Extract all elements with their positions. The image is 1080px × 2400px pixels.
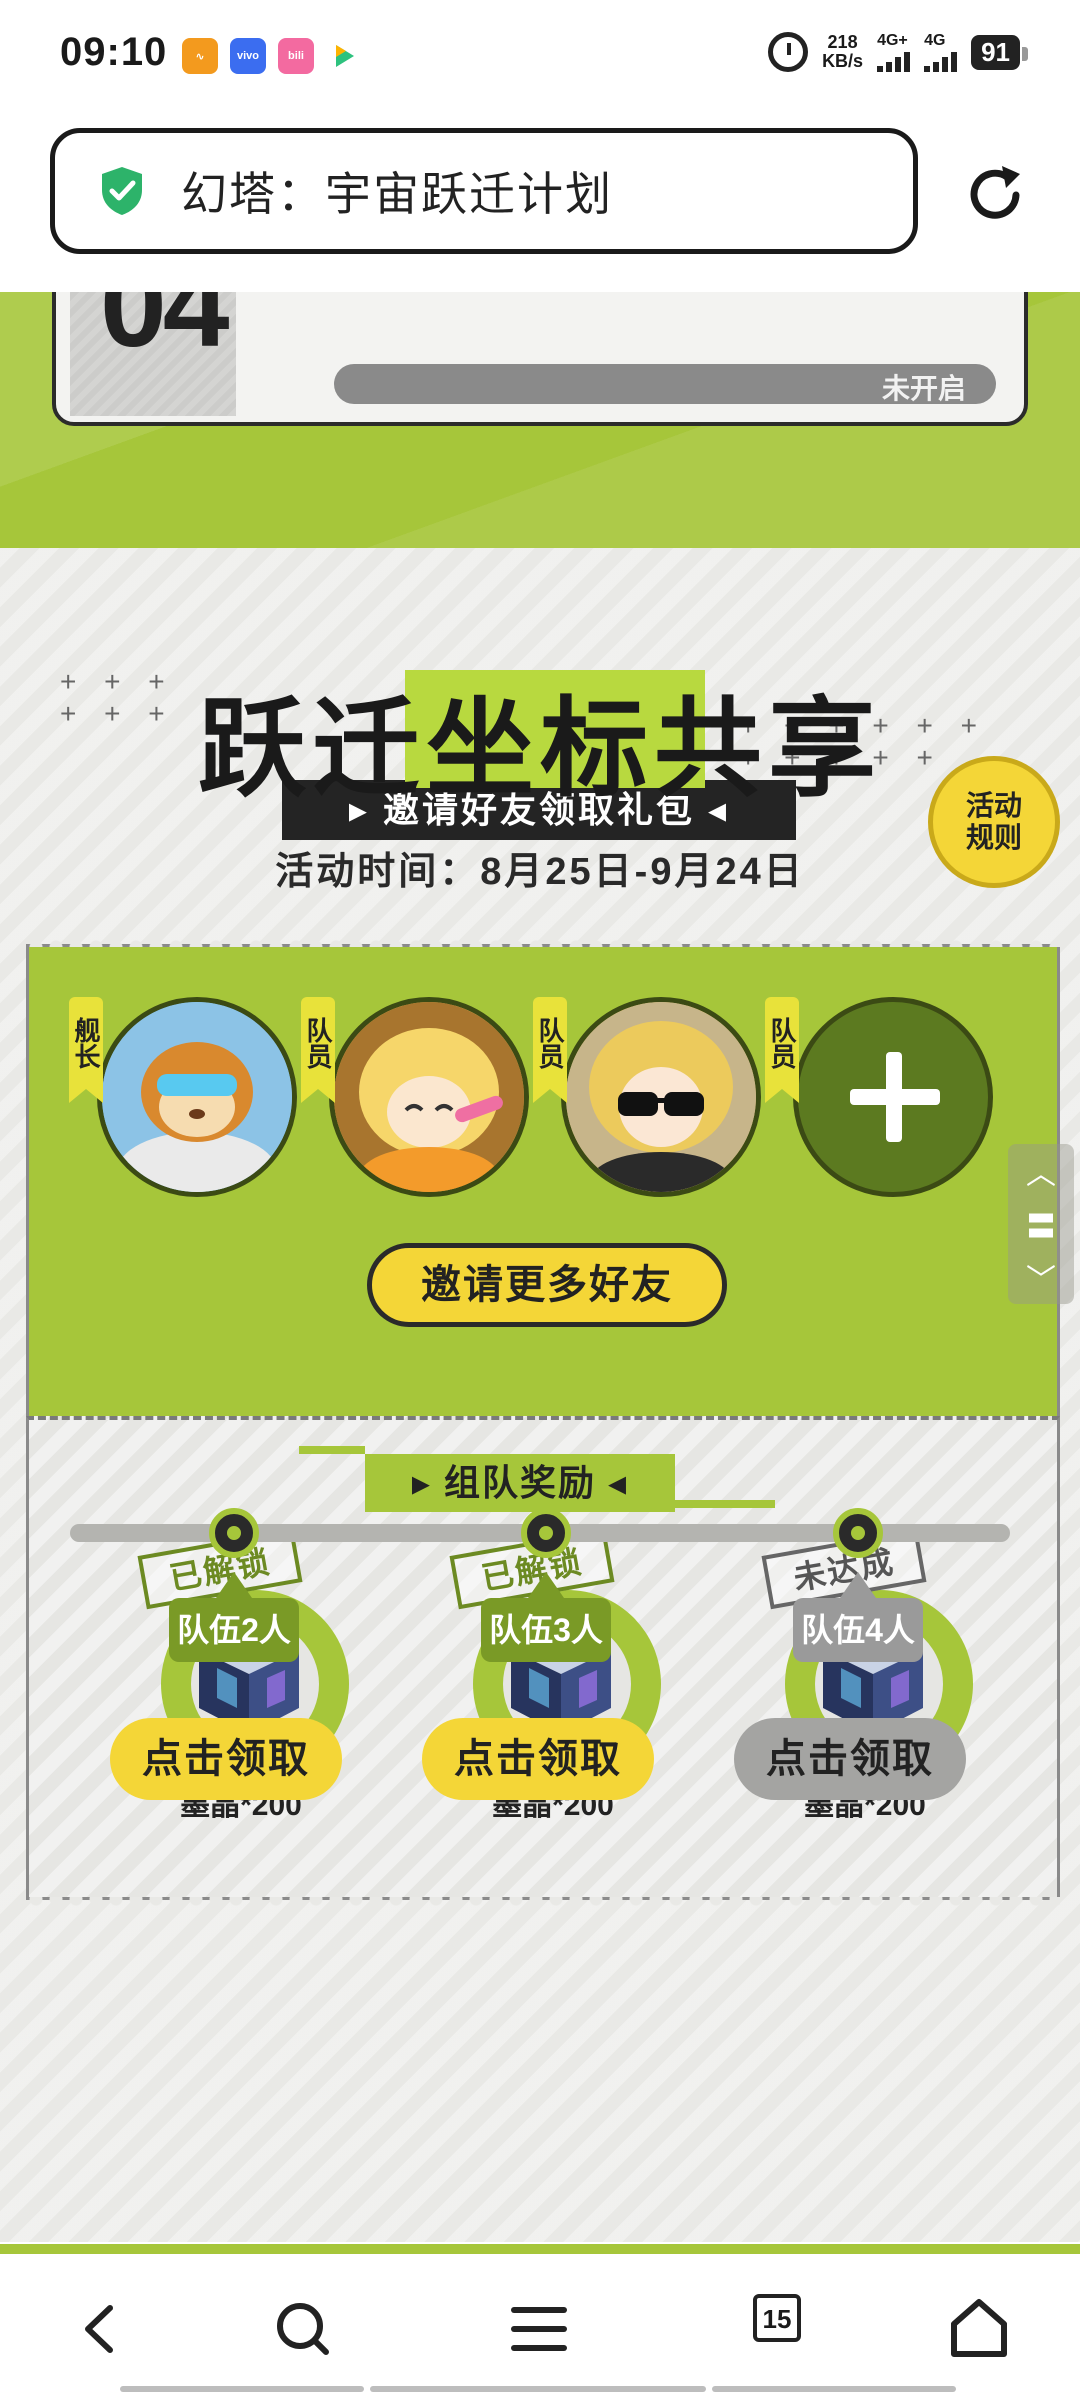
member-avatar-image bbox=[334, 1002, 524, 1192]
gesture-indicator bbox=[120, 2386, 956, 2392]
signal-4g: 4G bbox=[924, 32, 958, 72]
add-member-button[interactable] bbox=[793, 997, 993, 1197]
claim-button[interactable]: 点击领取 bbox=[422, 1718, 654, 1800]
progress-node bbox=[833, 1508, 883, 1558]
header-accent-line bbox=[675, 1500, 775, 1508]
back-icon[interactable] bbox=[66, 2294, 136, 2364]
scroll-up-icon[interactable]: ︿ bbox=[1008, 1149, 1074, 1193]
member-tag: 队员 bbox=[301, 997, 335, 1103]
step-number: 04 bbox=[100, 292, 229, 372]
orange-app-icon: ∿ bbox=[182, 38, 218, 74]
status-indicators: 218 KB/s 4G+ 4G 91 bbox=[768, 32, 1028, 72]
captain-avatar-image bbox=[102, 1002, 292, 1192]
step-card: 04 未开启 bbox=[52, 292, 1028, 426]
tabs-button[interactable]: 15 bbox=[753, 2294, 801, 2342]
member-tag-captain: 舰长 bbox=[69, 997, 103, 1103]
signal-bars-icon bbox=[924, 50, 958, 72]
notification-icons: ∿ vivo bili bbox=[182, 38, 362, 74]
step-status-bar[interactable]: 未开启 bbox=[334, 364, 996, 404]
plus-icon-bar bbox=[850, 1089, 940, 1105]
status-time: 09:10 bbox=[60, 30, 168, 74]
video-app-icon bbox=[326, 38, 362, 74]
network-speed-unit: KB/s bbox=[822, 51, 864, 71]
bilibili-app-icon: bili bbox=[278, 38, 314, 74]
step-status-label: 未开启 bbox=[881, 373, 966, 404]
step-number-box: 04 bbox=[70, 292, 236, 416]
progress-node bbox=[209, 1508, 259, 1558]
member-avatar-captain[interactable] bbox=[97, 997, 297, 1197]
pointer-arrow bbox=[528, 1572, 564, 1598]
rewards-header: ▸ 组队奖励 ◂ bbox=[365, 1454, 675, 1512]
browser-bottom-nav: 15 bbox=[0, 2254, 1080, 2400]
network-speed: 218 KB/s bbox=[822, 33, 863, 71]
vivo-app-icon: vivo bbox=[230, 38, 266, 74]
claim-button-disabled[interactable]: 点击领取 bbox=[734, 1718, 966, 1800]
alarm-icon bbox=[768, 32, 809, 72]
bilibili-app-label: bili bbox=[288, 50, 304, 62]
pointer-arrow bbox=[840, 1572, 876, 1598]
scroll-handle-icon[interactable]: 〓 bbox=[1008, 1202, 1074, 1246]
progress-node bbox=[521, 1508, 571, 1558]
member-tag: 队员 bbox=[533, 997, 567, 1103]
home-icon[interactable] bbox=[944, 2294, 1014, 2364]
member-avatar-image bbox=[566, 1002, 756, 1192]
web-content: 04 未开启 + + + + + + + + + + + + + + + + + 跃… bbox=[0, 292, 1080, 2242]
member-avatar[interactable] bbox=[329, 997, 529, 1197]
page-scroll-widget[interactable]: ︿ 〓 ﹀ bbox=[1008, 1144, 1074, 1304]
address-bar[interactable]: 幻塔：宇宙跃迁计划 bbox=[50, 128, 918, 254]
pointer-arrow bbox=[216, 1572, 252, 1598]
search-icon[interactable] bbox=[268, 2294, 338, 2364]
reload-icon[interactable] bbox=[960, 160, 1030, 230]
team-size-label: 队伍4人 bbox=[793, 1598, 923, 1662]
event-title-block: 跃迁坐标共享 bbox=[100, 662, 980, 809]
team-size-label: 队伍2人 bbox=[169, 1598, 299, 1662]
signal-4gplus: 4G+ bbox=[877, 32, 911, 72]
vivo-app-label: vivo bbox=[236, 50, 259, 62]
signal-2-label: 4G bbox=[924, 32, 946, 49]
team-panel: 舰长 队员 队员 队员 邀请更多好友 bbox=[26, 937, 1060, 1422]
member-tag: 队员 bbox=[765, 997, 799, 1103]
event-title: 跃迁坐标共享 bbox=[197, 688, 882, 809]
page-title: 幻塔：宇宙跃迁计划 bbox=[181, 168, 613, 220]
event-time: 活动时间：8月25日-9月24日 bbox=[275, 851, 805, 893]
team-size-label: 队伍3人 bbox=[481, 1598, 611, 1662]
status-bar: 09:10 ∿ vivo bili 218 KB/s 4G+ 4G 91 bbox=[0, 0, 1080, 110]
claim-button[interactable]: 点击领取 bbox=[110, 1718, 342, 1800]
bottom-green-strip bbox=[0, 2244, 1080, 2254]
battery-indicator: 91 bbox=[971, 34, 1028, 70]
menu-icon[interactable] bbox=[504, 2294, 574, 2364]
invite-more-friends-button[interactable]: 邀请更多好友 bbox=[367, 1243, 727, 1327]
scroll-down-icon[interactable]: ﹀ bbox=[1008, 1255, 1074, 1299]
member-avatar[interactable] bbox=[561, 997, 761, 1197]
rules-label-line2: 规则 bbox=[965, 822, 1022, 853]
signal-bars-icon bbox=[877, 50, 911, 72]
signal-1-label: 4G+ bbox=[877, 32, 908, 49]
network-speed-value: 218 bbox=[827, 32, 858, 52]
header-accent-line bbox=[299, 1446, 365, 1454]
shield-check-icon bbox=[102, 167, 142, 215]
